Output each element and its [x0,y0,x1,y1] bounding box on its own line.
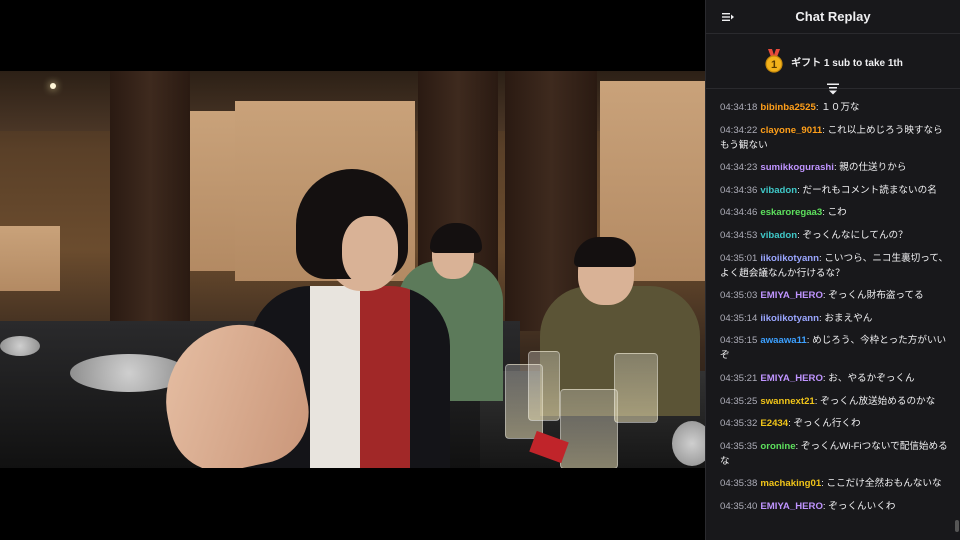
message-text: ぞっくん行くわ [793,418,861,430]
chat-message: 04:34:36 vibadon: だーれもコメント読まないの名 [720,183,953,198]
chat-message: 04:34:18 bibinba2525: １０万な [720,100,953,115]
gift-rank-number: 1 [771,59,777,71]
message-text: こわ [827,207,847,219]
person-face-front [342,216,398,286]
message-timestamp: 04:35:32 [720,418,758,430]
filter-icon[interactable] [826,83,840,95]
chat-message: 04:35:03 EMIYA_HERO: ぞっくん財布盗ってる [720,288,953,303]
chat-title: Chat Replay [795,9,871,24]
chat-message: 04:35:14 iikoiikotyann: おまえやん [720,311,953,326]
chat-message: 04:35:01 iikoiikotyann: こいつら、ニコ生裏切って、よく趙会… [720,251,953,281]
chat-message: 04:35:15 awaawa11: めじろう、今枠とった方がいいぞ [720,333,953,363]
message-timestamp: 04:35:35 [720,440,758,452]
grill-plate [672,421,705,466]
message-text: ぞっくん財布盗ってる [828,290,924,302]
message-timestamp: 04:34:46 [720,207,758,219]
message-text: １０万な [821,102,860,113]
chat-message-list[interactable]: 04:34:18 bibinba2525: １０万な 04:34:22 clayone… [706,100,960,522]
message-username[interactable]: vibadon [760,185,797,196]
chat-message: 04:35:21 EMIYA_HERO: お、やるかぞっくん [720,371,953,386]
message-text: ここだけ全然おもんないな [826,478,942,490]
chat-message: 04:35:40 EMIYA_HERO: ぞっくんいくわ [720,499,953,514]
message-timestamp: 04:35:01 [720,252,758,264]
message-username[interactable]: bibinba2525 [760,102,815,113]
message-text: おまえやん [824,312,873,324]
message-timestamp: 04:35:15 [720,335,758,347]
video-player[interactable] [0,0,705,540]
chat-message: 04:34:53 vibadon: ぞっくんなにしてんの？ [720,228,953,243]
message-username[interactable]: EMIYA_HERO [760,290,823,301]
message-username[interactable]: clayone_9011 [760,125,822,136]
message-timestamp: 04:35:21 [720,372,758,384]
message-text: 親の仕送りから [839,162,907,174]
gift-text: ギフト 1 sub to take 1th [791,57,903,69]
message-timestamp: 04:34:53 [720,229,758,241]
chat-message: 04:34:22 clayone_9011: これ以上めじろう映すなら もう観ない [720,123,953,153]
chat-scrollbar[interactable] [955,520,959,532]
chat-message: 04:34:23 sumikkogurashi: 親の仕送りから [720,160,953,175]
message-username[interactable]: awaawa11 [760,335,806,346]
chat-message: 04:35:32 E2434: ぞっくん行くわ [720,416,953,431]
message-text: ぞっくん放送始めるのかな [820,395,936,407]
message-timestamp: 04:35:03 [720,290,758,302]
message-username[interactable]: EMIYA_HERO [760,373,823,384]
message-username[interactable]: iikoiikotyann [760,253,819,264]
message-username[interactable]: eskaroregaa3 [760,207,822,218]
chat-header: Chat Replay [706,0,960,34]
chat-message: 04:35:25 swannext21: ぞっくん放送始めるのかな [720,394,953,409]
message-timestamp: 04:35:38 [720,478,758,490]
collapse-icon[interactable] [722,11,734,23]
rank-badge-icon: 1 [765,49,783,73]
message-text: ぞっくんいくわ [828,500,896,512]
message-timestamp: 04:35:25 [720,395,758,407]
chat-message: 04:34:46 eskaroregaa3: こわ [720,205,953,220]
chat-message: 04:35:38 machaking01: ここだけ全然おもんないな [720,476,953,491]
message-timestamp: 04:34:23 [720,162,758,174]
message-username[interactable]: EMIYA_HERO [760,501,823,512]
drink-glass [614,353,658,423]
gift-leaderboard[interactable]: 1 ギフト 1 sub to take 1th [706,34,960,89]
chat-replay-panel: Chat Replay 1 ギフト 1 sub to take 1th 04:3… [705,0,960,540]
message-username[interactable]: E2434 [760,418,788,429]
message-username[interactable]: oronine [760,441,795,452]
message-timestamp: 04:35:40 [720,500,758,512]
message-timestamp: 04:35:14 [720,312,758,324]
message-username[interactable]: machaking01 [760,478,821,489]
message-username[interactable]: sumikkogurashi [760,162,834,173]
chat-message: 04:35:35 oronine: ぞっくんWi‐Fiつないで配信始めるな [720,439,953,469]
message-username[interactable]: swannext21 [760,396,814,407]
drink-glass [528,351,560,421]
message-username[interactable]: iikoiikotyann [760,313,819,324]
message-text: だーれもコメント読まないの名 [802,184,937,196]
message-timestamp: 04:34:18 [720,102,758,113]
message-timestamp: 04:34:36 [720,184,758,196]
wall-panel [0,226,60,291]
ceiling-light [50,83,56,89]
message-timestamp: 04:34:22 [720,124,758,136]
message-text: お、やるかぞっくん [828,372,915,384]
drink-glass [560,389,618,468]
video-frame[interactable] [0,71,705,468]
wood-pillar [110,71,190,321]
grill-plate [0,336,40,356]
message-username[interactable]: vibadon [760,230,797,241]
message-text: ぞっくんなにしてんの？ [802,229,908,241]
